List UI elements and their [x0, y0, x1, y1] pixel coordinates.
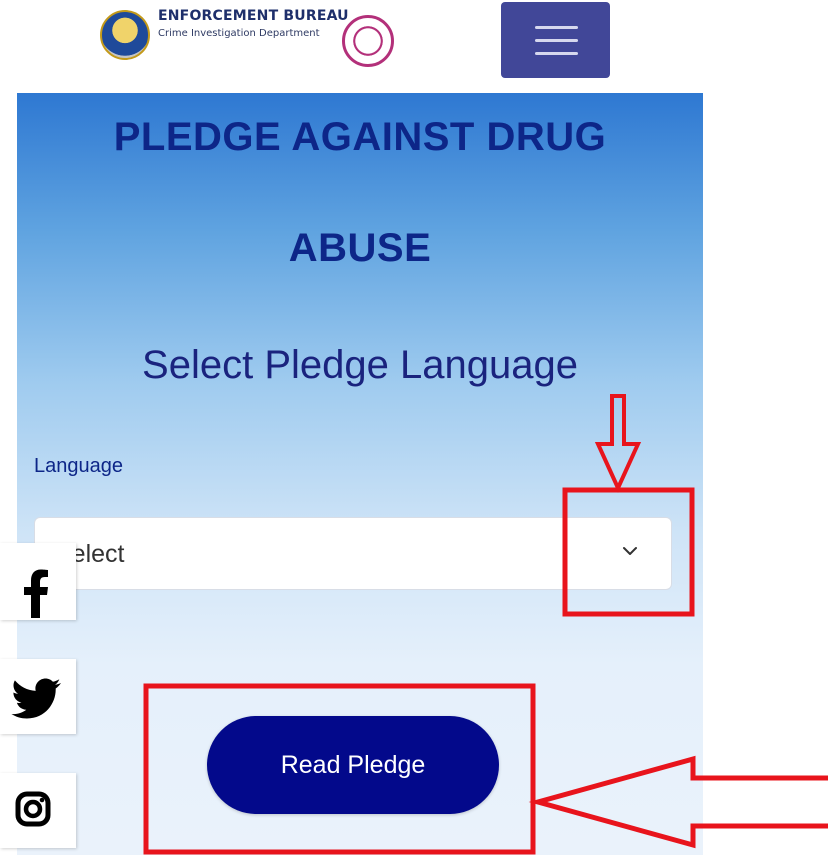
twitter-share-button[interactable]: [0, 659, 76, 734]
chevron-down-icon: [623, 547, 637, 555]
brand-title: ENFORCEMENT BUREAU: [158, 8, 349, 24]
hamburger-line: [535, 52, 578, 55]
page-title-line-2: ABUSE: [288, 226, 432, 270]
twitter-icon: [11, 678, 61, 719]
hamburger-line: [535, 39, 578, 42]
read-pledge-button[interactable]: Read Pledge: [207, 716, 499, 814]
instagram-icon: [15, 791, 51, 827]
department-emblem-logo: [342, 15, 394, 67]
instagram-share-button[interactable]: [0, 773, 76, 848]
hamburger-line: [535, 26, 578, 29]
language-label: Language: [34, 455, 123, 477]
top-header: ENFORCEMENT BUREAU Crime Investigation D…: [0, 0, 830, 90]
language-select[interactable]: Select: [34, 517, 672, 590]
pledge-hero-section: PLEDGE AGAINST DRUG ABUSE Select Pledge …: [17, 93, 703, 855]
tamil-nadu-police-logo: [100, 10, 150, 60]
hamburger-menu-button[interactable]: [501, 2, 610, 78]
facebook-share-button[interactable]: [0, 543, 76, 620]
select-language-heading: Select Pledge Language: [142, 343, 578, 387]
facebook-icon: [24, 569, 48, 618]
page-title-line-1: PLEDGE AGAINST DRUG: [113, 115, 607, 159]
brand-subtitle: Crime Investigation Department: [158, 28, 320, 39]
